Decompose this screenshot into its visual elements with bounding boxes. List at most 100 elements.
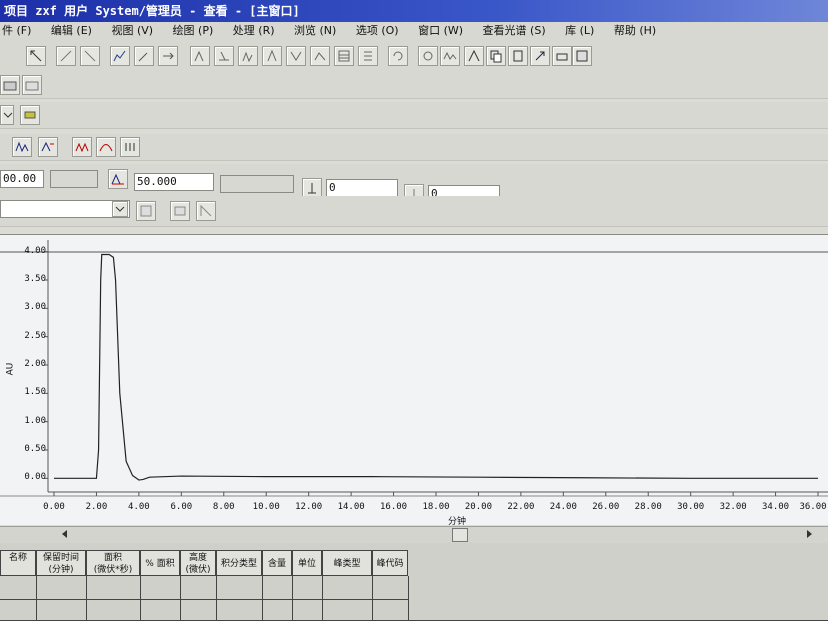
menu-library[interactable]: 库 (L) xyxy=(565,22,594,40)
main-toolbar xyxy=(0,40,828,73)
gear-icon[interactable] xyxy=(418,46,438,66)
integrate-icon[interactable] xyxy=(190,46,210,66)
zoom-out-icon[interactable] xyxy=(80,46,100,66)
y-tick-label: 0.00 xyxy=(24,472,46,483)
menu-window[interactable]: 窗口 (W) xyxy=(418,22,463,40)
x-tick-label: 24.00 xyxy=(549,502,577,512)
manual-integrate-icon[interactable] xyxy=(38,137,58,157)
paste-icon[interactable] xyxy=(508,46,528,66)
x-tick-label: 30.00 xyxy=(677,502,705,512)
scroll-left-arrow-icon[interactable] xyxy=(60,529,70,539)
table-header-percent-area[interactable]: % 面积 xyxy=(140,550,180,576)
peak-label-icon[interactable] xyxy=(120,137,140,157)
table-icon[interactable] xyxy=(334,46,354,66)
table-header-amount[interactable]: 含量 xyxy=(262,550,292,576)
menu-process[interactable]: 处理 (R) xyxy=(233,22,275,40)
menu-options[interactable]: 选项 (O) xyxy=(356,22,399,40)
menu-help[interactable]: 帮助 (H) xyxy=(614,22,656,40)
full-scale-icon[interactable] xyxy=(196,201,216,221)
y-tick-label: 3.50 xyxy=(24,274,46,284)
table-header-units[interactable]: 单位 xyxy=(292,550,322,576)
tool-pointer-button[interactable] xyxy=(26,46,46,66)
start-time-field[interactable]: 00.00 xyxy=(0,170,44,188)
table-header-name[interactable]: 名称 xyxy=(0,550,36,576)
menu-edit[interactable]: 编辑 (E) xyxy=(51,22,92,40)
x-tick-label: 26.00 xyxy=(592,502,620,512)
edit-toolbar xyxy=(0,102,828,129)
empty-field-1[interactable] xyxy=(50,170,98,188)
scroll-right-arrow-icon[interactable] xyxy=(804,529,814,539)
x-tick-label: 22.00 xyxy=(507,502,535,512)
scroll-thumb[interactable] xyxy=(452,528,468,542)
threshold-field[interactable]: 50.000 xyxy=(134,173,214,191)
auto-integrate-icon[interactable] xyxy=(12,137,32,157)
export-icon[interactable] xyxy=(530,46,550,66)
save-icon[interactable] xyxy=(572,46,592,66)
undo-icon[interactable] xyxy=(388,46,408,66)
x-tick-label: 12.00 xyxy=(295,502,323,512)
print-icon[interactable] xyxy=(552,46,572,66)
y-tick-label: 3.00 xyxy=(24,302,46,313)
x-tick-label: 2.00 xyxy=(85,502,108,512)
x-tick-label: 8.00 xyxy=(212,502,235,512)
split-peak-icon[interactable] xyxy=(262,46,282,66)
x-tick-label: 20.00 xyxy=(464,502,492,512)
pen-icon[interactable] xyxy=(134,46,154,66)
close-file-icon[interactable] xyxy=(22,75,42,95)
list-icon[interactable] xyxy=(358,46,378,66)
peak-shape-icon[interactable] xyxy=(464,46,484,66)
overlay-icon[interactable] xyxy=(72,137,92,157)
chevron-down-icon[interactable] xyxy=(112,201,128,217)
copy-icon[interactable] xyxy=(486,46,506,66)
chevron-down-icon[interactable] xyxy=(0,105,14,125)
y-tick-label: 2.50 xyxy=(24,330,46,341)
shoulder-icon[interactable] xyxy=(310,46,330,66)
table-header-retention-time[interactable]: 保留时间 (分钟) xyxy=(36,550,86,576)
zoom-in-icon[interactable] xyxy=(56,46,76,66)
x-tick-label: 28.00 xyxy=(634,502,662,512)
menu-browse[interactable]: 浏览 (N) xyxy=(294,22,336,40)
table-header-integration-type[interactable]: 积分类型 xyxy=(216,550,262,576)
x-tick-label: 4.00 xyxy=(128,502,150,512)
menu-bar: 件 (F) 编辑 (E) 视图 (V) 绘图 (P) 处理 (R) 浏览 (N)… xyxy=(0,22,828,40)
view-toolbar xyxy=(0,196,828,227)
x-tick-label: 18.00 xyxy=(422,502,450,512)
min-area-field[interactable]: 0 xyxy=(326,179,398,197)
arrow-tool-icon[interactable] xyxy=(158,46,178,66)
y-tick-label: 2.00 xyxy=(24,359,46,369)
spectrum-icon[interactable] xyxy=(440,46,460,66)
y-tick-label: 1.50 xyxy=(24,387,46,398)
open-icon[interactable] xyxy=(0,75,20,95)
chart-view-icon[interactable] xyxy=(110,46,130,66)
table-header-area[interactable]: 面积 (微伏*秒) xyxy=(86,550,140,576)
integration-toolbar xyxy=(0,134,828,161)
table-header-peak-type[interactable]: 峰类型 xyxy=(322,550,372,576)
table-header-peak-code[interactable]: 峰代码 xyxy=(372,550,408,576)
min-area-icon[interactable] xyxy=(302,178,322,198)
empty-field-2[interactable] xyxy=(220,175,294,193)
table-row[interactable] xyxy=(0,599,408,600)
results-table: 名称 保留时间 (分钟) 面积 (微伏*秒) % 面积 高度 (微伏) 积分类型… xyxy=(0,543,828,621)
fit-icon[interactable] xyxy=(170,201,190,221)
table-header-height[interactable]: 高度 (微伏) xyxy=(180,550,216,576)
menu-file[interactable]: 件 (F) xyxy=(2,22,31,40)
horizontal-scrollbar[interactable] xyxy=(0,526,828,544)
threshold-icon[interactable] xyxy=(108,169,128,189)
menu-plot[interactable]: 绘图 (P) xyxy=(173,22,214,40)
secondary-toolbar xyxy=(0,72,828,99)
baseline-icon[interactable] xyxy=(214,46,234,66)
peak-detect-icon[interactable] xyxy=(238,46,258,66)
zoom-icon[interactable] xyxy=(136,201,156,221)
x-tick-label: 0.00 xyxy=(43,502,65,512)
window-title: 项目 zxf 用户 System/管理员 - 查看 - [主窗口] xyxy=(0,0,828,22)
table-col-divider xyxy=(408,576,409,621)
eraser-icon[interactable] xyxy=(20,105,40,125)
valley-icon[interactable] xyxy=(286,46,306,66)
x-tick-label: 32.00 xyxy=(719,502,747,512)
view-dropdown[interactable] xyxy=(0,200,130,218)
y-tick-label: 0.50 xyxy=(24,444,46,454)
smooth-icon[interactable] xyxy=(96,137,116,157)
menu-view[interactable]: 视图 (V) xyxy=(111,22,153,40)
menu-view-spectrum[interactable]: 查看光谱 (S) xyxy=(483,22,546,40)
x-tick-label: 36.00 xyxy=(799,502,827,512)
